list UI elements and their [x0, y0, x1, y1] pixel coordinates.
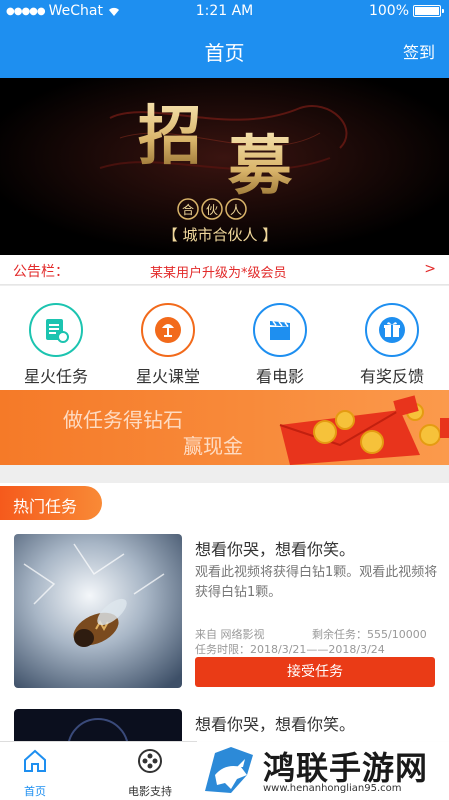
menu-item-spark-task[interactable]: 星火任务: [0, 286, 112, 390]
banner-badge-2: 伙: [206, 203, 218, 217]
banner-subtitle: 【 城市合伙人 】: [163, 226, 278, 244]
menu-item-spark-class[interactable]: 星火课堂: [112, 286, 224, 390]
menu-label: 有奖反馈: [359, 367, 424, 386]
banner-char-1: 招: [138, 99, 202, 174]
status-bar: ●●●●● WeChat 1:21 AM 100%: [0, 0, 449, 24]
status-right: 100%: [368, 3, 444, 19]
hot-tasks-section: 热门任务 想看你哭，想看你笑。 观看此视频将获得白钻1颗。观看此视频将获得白钻1…: [0, 483, 449, 741]
lamp-icon: [141, 303, 195, 357]
task-thumbnail[interactable]: [14, 709, 182, 741]
site-watermark: 鸿联手游网 www.henanhonglian95.com: [197, 741, 449, 800]
notice-bar[interactable]: 公告栏： 某某用户升级为*级会员 >: [0, 255, 449, 285]
task-card[interactable]: 想看你哭，想看你笑。: [0, 709, 449, 741]
tab-label: 首页: [24, 785, 46, 798]
menu-label: 星火任务: [23, 367, 88, 386]
task-source: 来自 网络影视: [195, 628, 265, 641]
film-reel-icon: [138, 749, 162, 773]
menu-item-feedback[interactable]: 有奖反馈: [336, 286, 448, 390]
task-title: 想看你哭，想看你笑。: [195, 715, 356, 734]
hot-tasks-tag: 热门任务: [0, 486, 102, 520]
red-envelope-coins-icon: [279, 395, 449, 465]
notice-label: 公告栏：: [13, 264, 69, 280]
task-card[interactable]: 想看你哭，想看你笑。 观看此视频将获得白钻1颗。观看此视频将获得白钻1颗。 来自…: [0, 534, 449, 694]
battery-fill: [415, 7, 439, 15]
tab-label: 电影支持: [128, 785, 172, 798]
nav-bar: 首页 签到: [0, 24, 449, 78]
promo-banner[interactable]: 做任务得钻石 赢现金: [0, 390, 449, 465]
notice-arrow-icon[interactable]: >: [424, 261, 436, 277]
task-icon: [29, 303, 83, 357]
gift-icon: [365, 303, 419, 357]
clapperboard-icon: [253, 303, 307, 357]
banner-char-2: 募: [227, 129, 293, 204]
task-description: 观看此视频将获得白钻1颗。观看此视频将获得白钻1颗。: [195, 565, 438, 600]
tab-film-support[interactable]: 电影支持: [115, 742, 185, 800]
bull-logo-icon: [205, 747, 253, 793]
menu-label: 星火课堂: [135, 367, 200, 386]
feature-menu: 星火任务 星火课堂 看电影 有奖反馈: [0, 286, 449, 390]
section-gap: [0, 465, 449, 483]
task-period: 任务时限：2018/3/21——2018/3/24: [195, 643, 385, 656]
banner-badge-3: 人: [230, 203, 242, 217]
tab-home[interactable]: 首页: [0, 742, 70, 800]
signin-button[interactable]: 签到: [403, 39, 435, 63]
banner-badge-1: 合: [182, 202, 194, 217]
home-icon: [24, 749, 46, 772]
menu-item-movies[interactable]: 看电影: [224, 286, 336, 390]
recruit-banner[interactable]: 招 募 合 伙 人 【 城市合伙人 】: [0, 78, 449, 255]
battery-icon: [413, 5, 444, 17]
watermark-url: www.henanhonglian95.com: [263, 783, 402, 794]
menu-label: 看电影: [255, 367, 304, 386]
battery-percent: 100%: [368, 3, 409, 19]
task-remaining: 剩余任务：555/10000: [312, 628, 427, 641]
notice-text[interactable]: 某某用户升级为*级会员: [150, 262, 287, 281]
accept-task-button[interactable]: 接受任务: [195, 657, 435, 687]
page-title: 首页: [204, 41, 245, 65]
task-title: 想看你哭，想看你笑。: [195, 540, 356, 559]
task-thumbnail[interactable]: [14, 534, 182, 688]
